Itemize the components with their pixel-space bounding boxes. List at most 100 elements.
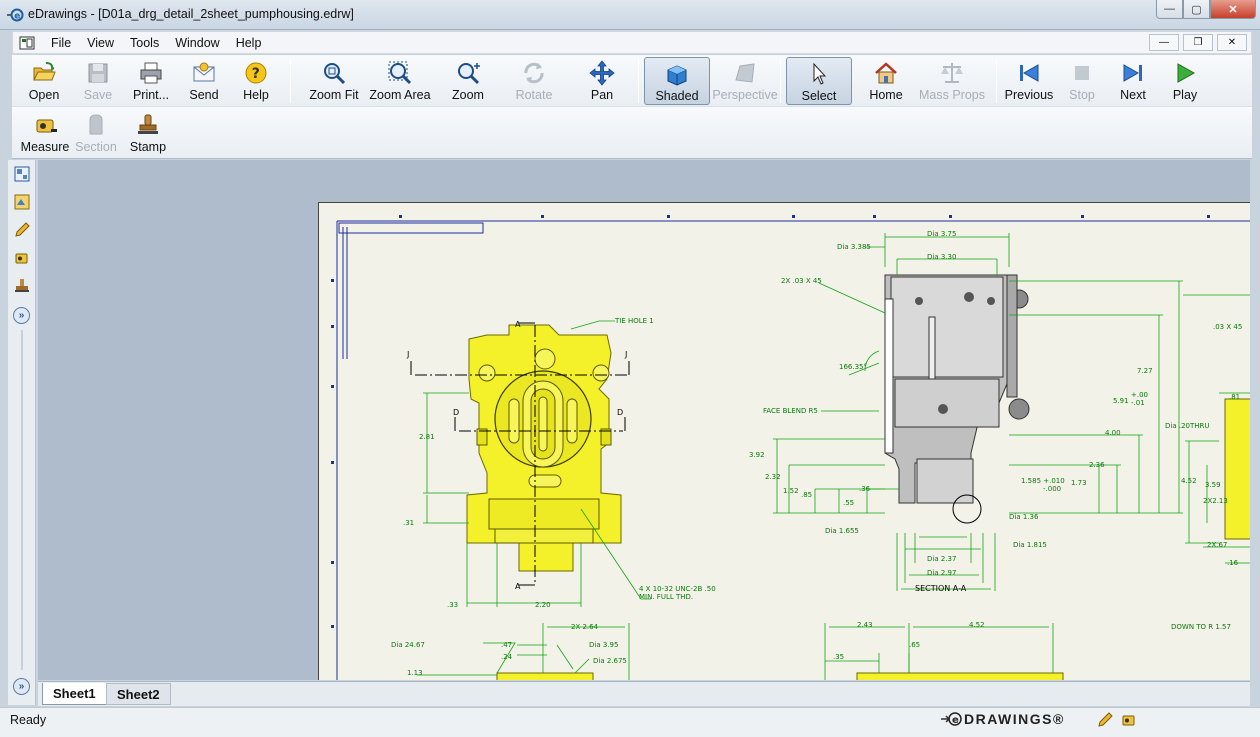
play-label: Play bbox=[1172, 88, 1198, 102]
drawing-svg: A A J J D D TIE HOLE 1 2.81 .31 .33 2.20… bbox=[331, 215, 1250, 680]
zoom-fit-icon bbox=[324, 63, 346, 85]
status-text: Ready bbox=[10, 713, 47, 727]
components-panel-button[interactable] bbox=[12, 192, 32, 212]
pencil-icon bbox=[15, 222, 30, 237]
dim-5-91-tol-minus: -.01 bbox=[1131, 399, 1145, 407]
window-maximize-button[interactable]: ▢ bbox=[1183, 0, 1210, 19]
dim-dia-24-67: Dia 24.67 bbox=[391, 641, 425, 649]
measure-tape-icon[interactable] bbox=[1120, 711, 1138, 729]
rotate-button[interactable]: Rotate bbox=[512, 57, 556, 105]
printer-icon bbox=[140, 62, 162, 84]
tab-sheet1[interactable]: Sheet1 bbox=[42, 683, 107, 705]
open-folder-icon bbox=[33, 62, 56, 81]
dim-0-36: .36 bbox=[859, 485, 871, 493]
section-marker-a-bottom: A bbox=[515, 582, 521, 591]
zoom-fit-button[interactable]: Zoom Fit bbox=[306, 57, 362, 105]
previous-button[interactable]: Previous bbox=[1002, 57, 1056, 105]
section-button[interactable]: Section bbox=[74, 109, 118, 157]
dim-dia-1-655: Dia 1.655 bbox=[825, 527, 859, 535]
rotate-icon bbox=[524, 62, 544, 84]
document-minimize-button[interactable]: — bbox=[1149, 34, 1179, 51]
stop-icon bbox=[1075, 66, 1089, 80]
dim-1-585-tol: -.000 bbox=[1043, 485, 1061, 493]
dim-4-52-bottom: 4.52 bbox=[969, 621, 985, 629]
save-icon bbox=[88, 63, 108, 83]
dim-3-92: 3.92 bbox=[749, 451, 765, 459]
mass-props-label: Mass Props bbox=[919, 88, 985, 102]
stop-button[interactable]: Stop bbox=[1062, 57, 1102, 105]
open-button[interactable]: Open bbox=[22, 57, 66, 105]
measure-button[interactable]: Measure bbox=[20, 109, 70, 157]
dim-0-81: .81 bbox=[1229, 393, 1240, 401]
dim-0-33: .33 bbox=[447, 601, 458, 609]
drawing-sheet[interactable]: A A J J D D TIE HOLE 1 2.81 .31 .33 2.20… bbox=[318, 202, 1250, 680]
window-minimize-button[interactable]: — bbox=[1156, 0, 1183, 19]
document-close-button[interactable]: ✕ bbox=[1217, 34, 1247, 51]
dim-0-16: .16 bbox=[1227, 559, 1239, 567]
zoom-area-button[interactable]: Zoom Area bbox=[368, 57, 432, 105]
select-button[interactable]: Select bbox=[786, 57, 852, 105]
dim-0-65: .65 bbox=[909, 641, 920, 649]
measure-panel-button[interactable] bbox=[12, 248, 32, 268]
document-icon[interactable] bbox=[19, 36, 35, 50]
dim-0-55: .55 bbox=[843, 499, 854, 507]
next-button[interactable]: Next bbox=[1112, 57, 1154, 105]
help-button[interactable]: ? Help bbox=[234, 57, 278, 105]
measure-label: Measure bbox=[20, 140, 70, 154]
markup-toolbar: Measure Section Stamp bbox=[12, 107, 1252, 159]
send-button[interactable]: Send bbox=[182, 57, 226, 105]
stamp-button[interactable]: Stamp bbox=[126, 109, 170, 157]
dim-dia-0-20: Dia .20THRU bbox=[1165, 422, 1210, 430]
drawing-canvas[interactable]: A A J J D D TIE HOLE 1 2.81 .31 .33 2.20… bbox=[38, 160, 1250, 680]
open-label: Open bbox=[28, 88, 60, 102]
menu-file[interactable]: File bbox=[43, 36, 79, 50]
window-close-button[interactable]: ✕ bbox=[1210, 0, 1256, 19]
note-down-to: DOWN TO R 1.57 bbox=[1171, 623, 1231, 631]
mass-props-button[interactable]: Mass Props bbox=[919, 57, 985, 105]
expand-panel-bottom-button[interactable]: » bbox=[13, 678, 30, 695]
tab-sheet2[interactable]: Sheet2 bbox=[106, 683, 171, 705]
sheets-panel-button[interactable] bbox=[12, 164, 32, 184]
svg-text:?: ? bbox=[252, 66, 260, 82]
home-button[interactable]: Home bbox=[864, 57, 908, 105]
expand-panel-button[interactable]: » bbox=[13, 307, 30, 324]
stamp-icon bbox=[15, 279, 29, 292]
measure-tape-icon bbox=[36, 119, 57, 133]
menu-view[interactable]: View bbox=[79, 36, 122, 50]
previous-icon bbox=[1020, 64, 1039, 82]
view-marker-j-left: J bbox=[406, 350, 409, 359]
markup-panel-button[interactable] bbox=[12, 220, 32, 240]
scale-icon bbox=[941, 63, 963, 83]
sheet-tabs: Sheet1 Sheet2 bbox=[38, 681, 1250, 706]
window-title: eDrawings - [D01a_drg_detail_2sheet_pump… bbox=[28, 7, 354, 21]
shaded-button[interactable]: Shaded bbox=[644, 57, 710, 105]
dim-dia-3-385: Dia 3.385 bbox=[837, 243, 871, 251]
measure-tape-icon bbox=[15, 253, 28, 264]
pan-button[interactable]: Pan bbox=[580, 57, 624, 105]
dim-dia-3-75: Dia 3.75 bbox=[927, 230, 956, 238]
zoom-button[interactable]: Zoom bbox=[446, 57, 490, 105]
dim-5-91-tol-plus: +.00 bbox=[1131, 391, 1148, 399]
markup-pencil-icon[interactable] bbox=[1096, 711, 1114, 729]
menu-tools[interactable]: Tools bbox=[122, 36, 167, 50]
stop-label: Stop bbox=[1069, 88, 1095, 102]
section-marker-a-top: A bbox=[515, 320, 521, 329]
pan-label: Pan bbox=[590, 88, 614, 102]
main-toolbar: Open Save Print... Send ? Help Zoom Fit … bbox=[12, 55, 1252, 107]
menu-help[interactable]: Help bbox=[228, 36, 270, 50]
document-restore-button[interactable]: ❐ bbox=[1183, 34, 1213, 51]
play-button[interactable]: Play bbox=[1164, 57, 1206, 105]
stamp-panel-button[interactable] bbox=[12, 276, 32, 296]
dim-7-27: 7.27 bbox=[1137, 367, 1153, 375]
perspective-button[interactable]: Perspective bbox=[712, 57, 778, 105]
dim-1-585: 1.585 +.010 bbox=[1021, 477, 1065, 485]
note-thread-2: MIN. FULL THD. bbox=[639, 593, 693, 601]
save-button[interactable]: Save bbox=[76, 57, 120, 105]
side-panel: » » bbox=[8, 160, 36, 705]
dim-dia-2-97: Dia 2.97 bbox=[927, 569, 956, 577]
dim-4-00: 4.00 bbox=[1105, 429, 1121, 437]
status-bar: Ready e DRAWINGS® bbox=[0, 707, 1260, 737]
print-button[interactable]: Print... bbox=[128, 57, 174, 105]
menu-window[interactable]: Window bbox=[167, 36, 227, 50]
zoom-icon bbox=[458, 63, 480, 85]
